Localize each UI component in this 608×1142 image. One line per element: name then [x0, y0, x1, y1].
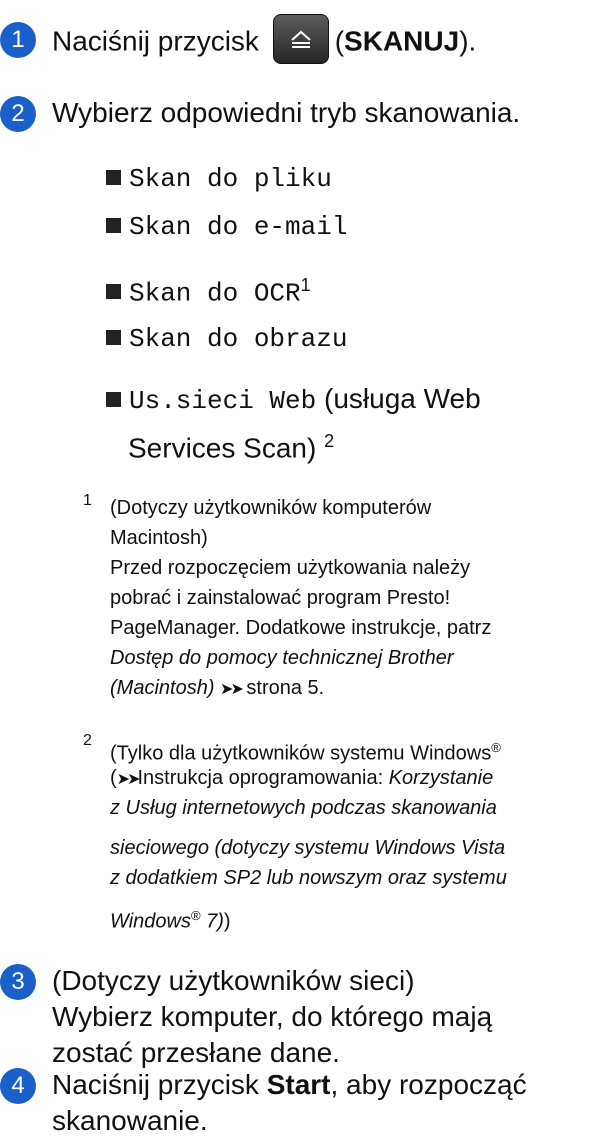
footnote-text: (➤➤Instrukcja oprogramowania: Korzystani… [110, 767, 494, 789]
double-arrow-icon: ➤➤ [220, 681, 244, 698]
footnote-number: 1 [83, 492, 92, 509]
footnote-text: pobrać i zainstalować program Presto! [110, 587, 451, 609]
option-item: Skan do OCR1 [106, 266, 311, 313]
step-number: 1 [0, 22, 36, 58]
option-item-continued: Services Scan) 2 [128, 431, 335, 464]
step-number: 3 [0, 964, 36, 1000]
bullet-square-icon [106, 169, 121, 185]
scan-icon [291, 30, 311, 48]
footnote-text: z Usług internetowych podczas skanowania [110, 797, 497, 819]
footnote-text: Przed rozpoczęciem użytkowania należy [110, 557, 471, 579]
footnote-text: (Macintosh) ➤➤ strona 5. [110, 677, 325, 699]
step-number: 2 [0, 96, 36, 132]
footnote-text: z dodatkiem SP2 lub nowszym oraz systemu [110, 867, 507, 889]
step-text: skanowanie. [52, 1105, 208, 1136]
option-item: Skan do e-mail [106, 208, 347, 246]
bullet-square-icon [106, 329, 121, 345]
option-item: Skan do pliku [106, 160, 332, 198]
option-item: Us.sieci Web (usługa Web [106, 380, 481, 420]
step-text: Wybierz odpowiedni tryb skanowania. [52, 97, 521, 128]
step-number: 4 [0, 1068, 36, 1104]
option-item: Skan do obrazu [106, 320, 347, 358]
bullet-square-icon [106, 217, 121, 233]
bullet-square-icon [106, 284, 121, 300]
double-arrow-icon: ➤➤ [116, 771, 141, 788]
scan-button [272, 14, 329, 64]
footnote-number: 2 [83, 732, 92, 749]
footnote-text: sieciowego (dotyczy systemu Windows Vist… [110, 837, 506, 859]
footnote-text: PageManager. Dodatkowe instrukcje, patrz [110, 617, 492, 639]
footnote-text: Windows® 7)) [110, 908, 231, 933]
footnote-text: Macintosh) [110, 527, 208, 549]
step-text: Naciśnij przycisk (SKANUJ). [52, 14, 476, 68]
footnote-text: (Dotyczy użytkowników komputerów [110, 497, 432, 519]
bullet-square-icon [106, 391, 121, 407]
footnote-text: Dostęp do pomocy technicznej Brother [110, 647, 454, 669]
